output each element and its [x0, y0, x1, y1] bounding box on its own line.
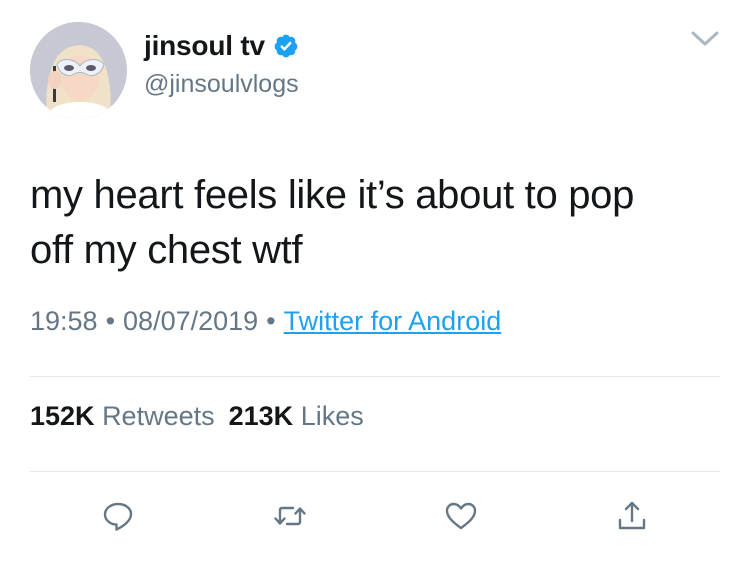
tweet-text-line: my heart feels like it’s about to pop	[30, 173, 635, 217]
meta-separator: •	[105, 306, 116, 336]
retweets-stat[interactable]: 152K Retweets	[30, 401, 215, 431]
verified-badge-icon	[274, 34, 298, 58]
heart-icon	[445, 502, 477, 530]
user-handle[interactable]: @jinsoulvlogs	[144, 70, 299, 99]
avatar[interactable]	[30, 22, 127, 119]
likes-stat[interactable]: 213K Likes	[229, 401, 364, 431]
reply-icon	[103, 502, 133, 531]
chevron-down-icon[interactable]	[690, 28, 720, 50]
share-button[interactable]	[612, 496, 652, 536]
likes-label: Likes	[300, 401, 364, 431]
retweet-button[interactable]	[270, 496, 310, 536]
meta-separator: •	[266, 306, 276, 336]
divider	[30, 471, 720, 472]
tweet-time: 19:58	[30, 306, 98, 336]
tweet-date: 08/07/2019	[123, 306, 259, 336]
retweets-label: Retweets	[102, 401, 215, 431]
avatar-image	[30, 22, 127, 119]
tweet-stats: 152K Retweets 213K Likes	[30, 401, 364, 432]
tweet-card: jinsoul tv @jinsoulvlogs my heart feels …	[0, 0, 750, 563]
likes-count: 213K	[228, 401, 294, 431]
tweet-meta: 19:58 • 08/07/2019 • Twitter for Android	[30, 306, 501, 337]
retweets-count: 152K	[30, 401, 95, 431]
retweet-icon	[274, 506, 306, 526]
tweet-source-link[interactable]: Twitter for Android	[284, 306, 502, 336]
divider	[30, 376, 720, 377]
like-button[interactable]	[441, 496, 481, 536]
display-name[interactable]: jinsoul tv	[144, 30, 299, 62]
tweet-text-line: off my chest wtf	[30, 228, 303, 272]
share-icon	[618, 501, 646, 530]
tweet-text: my heart feels like it’s about to pop of…	[30, 168, 720, 278]
display-name-text[interactable]: jinsoul tv	[144, 30, 265, 62]
reply-button[interactable]	[98, 496, 138, 536]
